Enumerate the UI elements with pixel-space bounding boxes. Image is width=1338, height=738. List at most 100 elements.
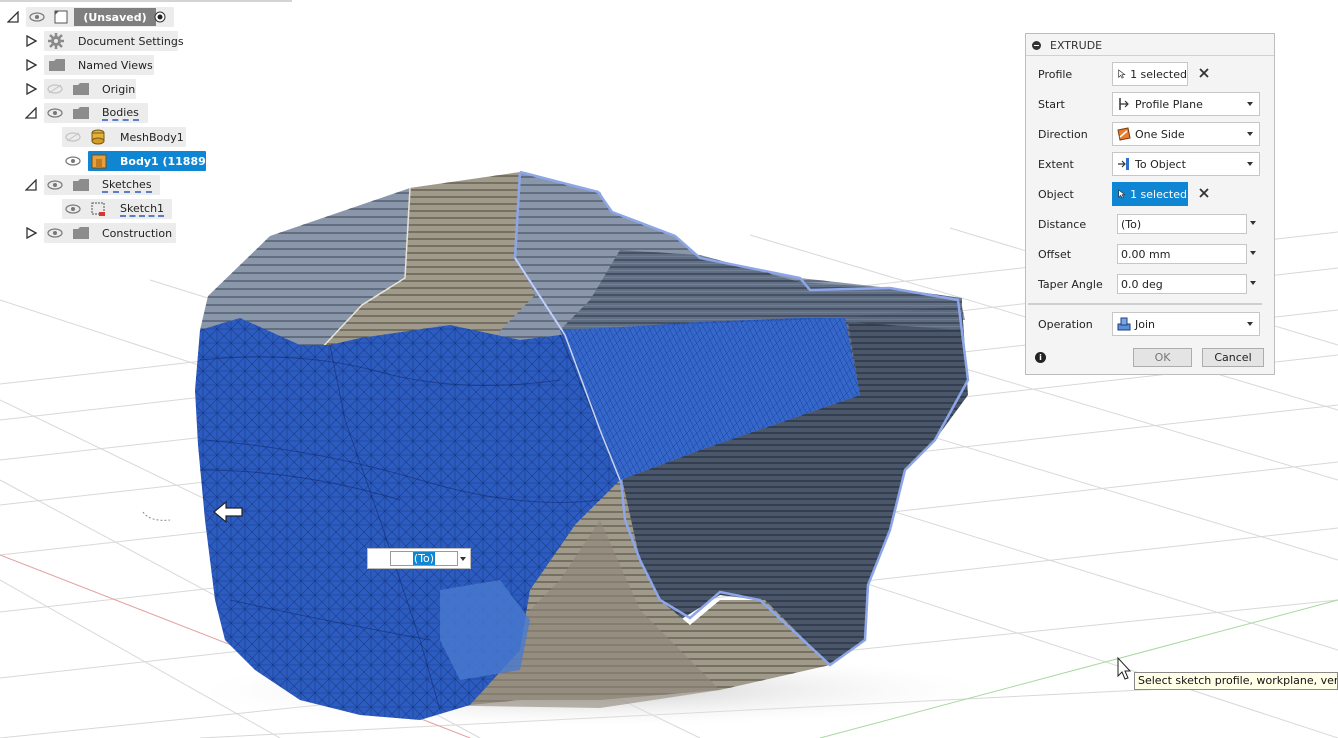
tree-node-label: Body1 (11889) — [120, 155, 211, 168]
clear-object-icon[interactable] — [1198, 187, 1210, 199]
folder-icon — [72, 106, 90, 120]
canvas-distance-input[interactable]: (To) — [367, 548, 471, 569]
eye-icon[interactable] — [64, 202, 82, 216]
extent-value: To Object — [1135, 157, 1186, 171]
tree-node-document-settings[interactable]: Document Settings — [0, 30, 184, 52]
tree-node-label: Document Settings — [78, 35, 184, 48]
offset-label: Offset — [1038, 248, 1072, 261]
document-name-box: (Unsaved) — [74, 8, 156, 26]
tree-node-bodies[interactable]: Bodies — [0, 102, 180, 124]
collapse-panel-icon[interactable] — [1032, 41, 1041, 50]
panel-divider — [1028, 303, 1262, 305]
distance-label: Distance — [1038, 218, 1087, 231]
operation-dropdown[interactable]: Join — [1112, 312, 1260, 336]
taper-angle-row: Taper Angle — [1026, 270, 1274, 298]
extent-label: Extent — [1038, 158, 1074, 171]
tree-node-label: Sketch1 — [120, 202, 165, 217]
tree-node-box[interactable]: Document Settings — [44, 31, 184, 51]
eye-icon[interactable] — [46, 178, 64, 192]
direction-label: Direction — [1038, 128, 1088, 141]
tree-node-origin[interactable]: Origin — [0, 78, 180, 100]
eye-icon[interactable] — [46, 106, 64, 120]
tree-node-sketch1[interactable]: Sketch1 — [0, 198, 190, 220]
operation-row: Operation Join — [1026, 310, 1274, 338]
mouse-cursor-icon — [1117, 656, 1132, 680]
eye-icon[interactable] — [46, 226, 64, 240]
solid-body-icon — [91, 153, 107, 169]
expand-triangle-icon[interactable] — [24, 34, 38, 48]
extrude-dialog-header[interactable]: EXTRUDE — [1026, 34, 1274, 56]
select-pointer-icon — [1118, 189, 1126, 199]
sketch-icon — [90, 201, 106, 217]
gear-icon — [48, 33, 64, 49]
mesh-body-icon — [90, 129, 106, 145]
expand-triangle-icon[interactable] — [24, 82, 38, 96]
chevron-down-icon[interactable] — [460, 557, 466, 561]
extent-dropdown[interactable]: To Object — [1112, 152, 1260, 176]
folder-icon — [48, 58, 66, 72]
profile-label: Profile — [1038, 68, 1073, 81]
operation-label: Operation — [1038, 318, 1093, 331]
tree-node-label: Sketches — [102, 178, 152, 193]
tree-node-box[interactable]: MeshBody1 — [62, 127, 186, 147]
expand-triangle-icon[interactable] — [24, 58, 38, 72]
chevron-down-icon[interactable] — [1250, 281, 1256, 285]
tree-node-box[interactable]: Named Views — [44, 55, 154, 75]
join-icon — [1117, 317, 1131, 331]
offset-row: Offset — [1026, 240, 1274, 268]
taper-angle-label: Taper Angle — [1038, 278, 1103, 291]
direction-row: Direction One Side — [1026, 120, 1274, 148]
ok-button[interactable]: OK — [1133, 348, 1192, 367]
cancel-button[interactable]: Cancel — [1202, 348, 1264, 367]
document-icon — [54, 10, 68, 24]
extrude-dialog: EXTRUDE Profile 1 selected Start Profile… — [1025, 33, 1275, 375]
chevron-down-icon[interactable] — [1250, 221, 1256, 225]
distance-input[interactable] — [1117, 214, 1247, 234]
tree-node-box[interactable]: Sketches — [44, 175, 160, 195]
collapse-triangle-icon[interactable] — [24, 106, 38, 120]
folder-icon — [72, 226, 90, 240]
tree-node-body1[interactable]: Body1 (11889) — [0, 150, 211, 172]
tree-node-sketches[interactable]: Sketches — [0, 174, 180, 196]
selection-tooltip: Select sketch profile, workplane, vertex… — [1134, 672, 1338, 690]
tree-node-box[interactable]: Origin — [44, 79, 136, 99]
eye-hidden-icon[interactable] — [64, 130, 82, 144]
browser-top-border — [0, 0, 292, 2]
tree-node-box-selected[interactable]: Body1 (11889) — [88, 151, 211, 171]
collapse-triangle-icon[interactable] — [6, 10, 20, 24]
start-dropdown[interactable]: Profile Plane — [1112, 92, 1260, 116]
folder-icon — [72, 178, 90, 192]
active-radio-icon[interactable] — [154, 11, 166, 23]
chevron-down-icon[interactable] — [1250, 251, 1256, 255]
taper-angle-input[interactable] — [1117, 274, 1247, 294]
chevron-down-icon — [1247, 322, 1253, 326]
object-row: Object 1 selected — [1026, 180, 1274, 208]
one-side-icon — [1117, 127, 1131, 141]
select-pointer-icon — [1118, 69, 1126, 79]
profile-row: Profile 1 selected — [1026, 60, 1274, 88]
to-object-icon — [1118, 158, 1129, 170]
info-icon[interactable]: i — [1035, 352, 1046, 363]
eye-icon[interactable] — [64, 154, 82, 168]
tree-node-construction[interactable]: Construction — [0, 222, 180, 244]
expand-triangle-icon[interactable] — [24, 226, 38, 240]
collapse-triangle-icon[interactable] — [24, 178, 38, 192]
root-node-box[interactable]: (Unsaved) — [26, 7, 174, 27]
direction-dropdown[interactable]: One Side — [1112, 122, 1260, 146]
tree-node-root[interactable]: (Unsaved) — [0, 6, 180, 28]
tree-node-named-views[interactable]: Named Views — [0, 54, 180, 76]
document-name: (Unsaved) — [83, 10, 147, 24]
tree-node-meshbody1[interactable]: MeshBody1 — [0, 126, 190, 148]
offset-input[interactable] — [1117, 244, 1247, 264]
object-selection-button[interactable]: 1 selected — [1112, 182, 1188, 206]
chevron-down-icon — [1247, 162, 1253, 166]
clear-profile-icon[interactable] — [1198, 67, 1210, 79]
canvas-distance-field[interactable]: (To) — [390, 551, 458, 566]
tree-node-label: Construction — [102, 227, 173, 240]
tree-node-box[interactable]: Construction — [44, 223, 176, 243]
profile-selection-button[interactable]: 1 selected — [1112, 62, 1188, 86]
tree-node-box[interactable]: Sketch1 — [62, 199, 172, 219]
tree-node-box[interactable]: Bodies — [44, 103, 148, 123]
eye-hidden-icon[interactable] — [46, 82, 64, 96]
eye-icon[interactable] — [28, 10, 46, 24]
